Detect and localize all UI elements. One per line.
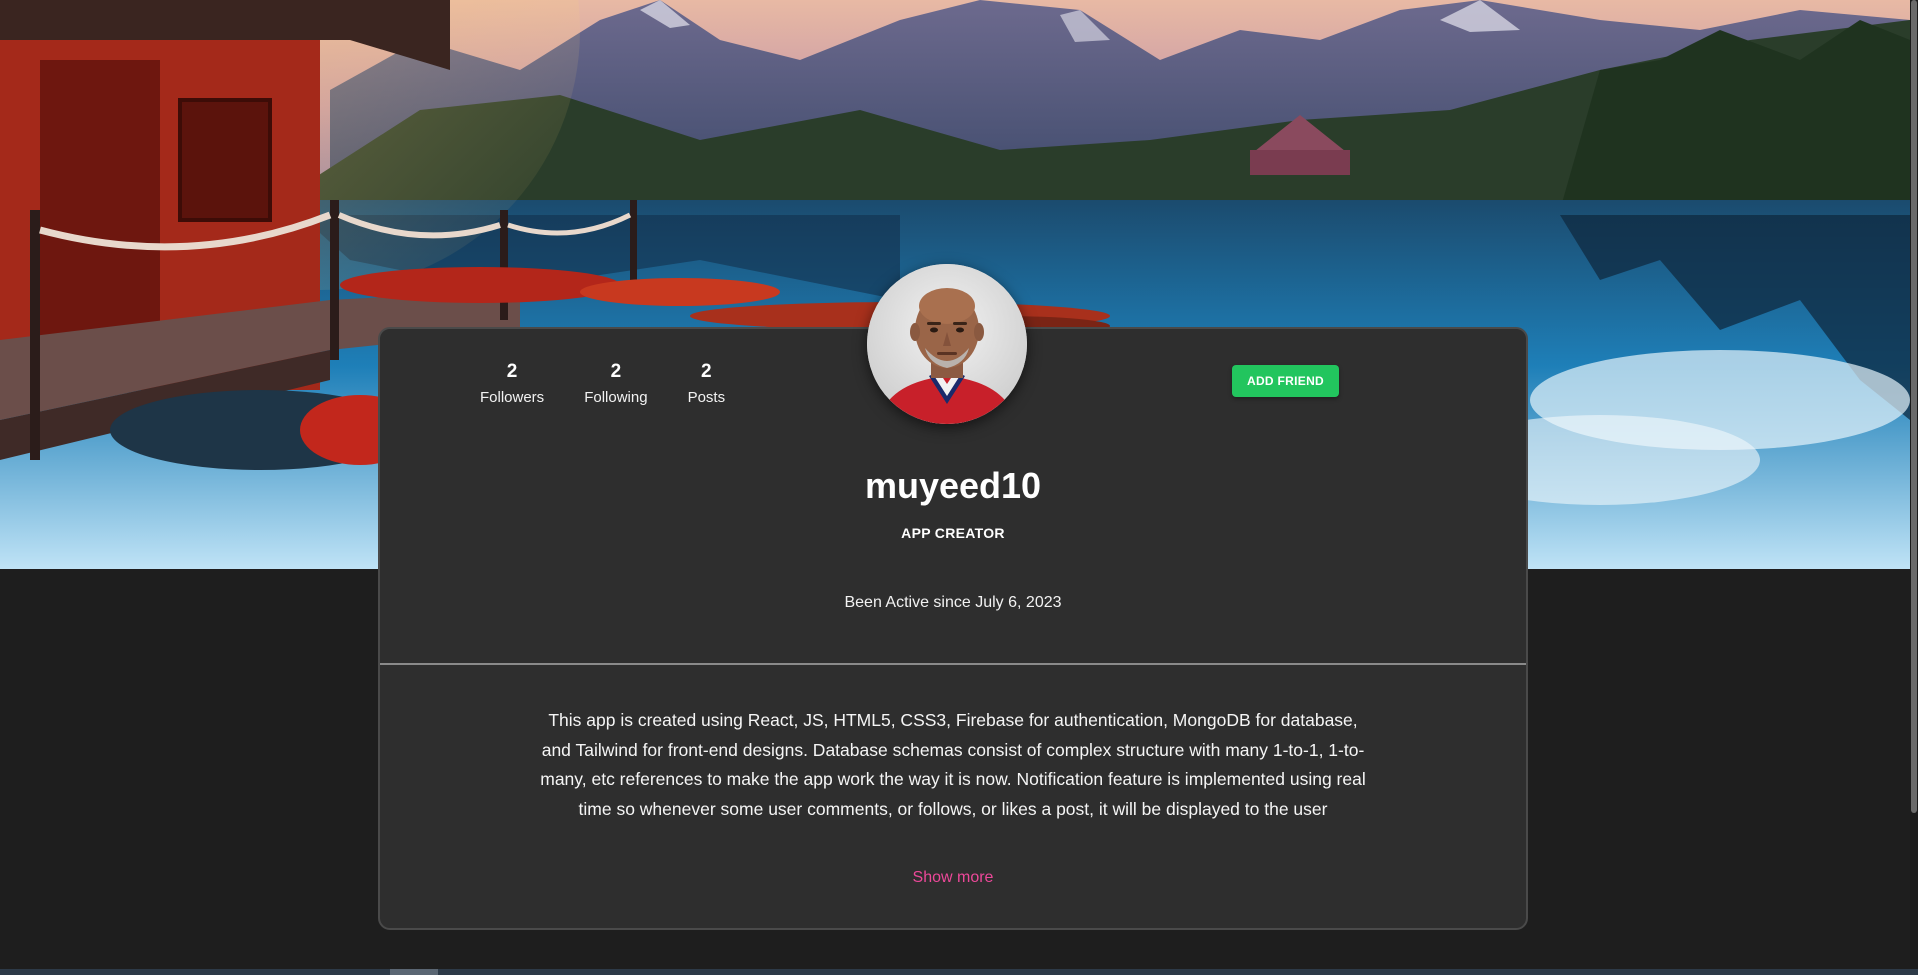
show-more-container: Show more [380, 869, 1526, 887]
profile-card: 2 Followers 2 Following 2 Posts ADD FRIE… [378, 264, 1528, 930]
stat-following[interactable]: 2 Following [584, 361, 647, 406]
stat-posts[interactable]: 2 Posts [688, 361, 726, 406]
profile-bio: This app is created using React, JS, HTM… [540, 710, 1366, 819]
show-more-link[interactable]: Show more [913, 869, 994, 886]
posts-label: Posts [687, 389, 726, 406]
profile-stats: 2 Followers 2 Following 2 Posts [480, 361, 725, 406]
divider [380, 663, 1526, 665]
active-since-text: Been Active since July 6, 2023 [844, 594, 1062, 611]
following-label: Following [584, 389, 648, 406]
profile-role: APP CREATOR [901, 525, 1005, 541]
profile-username: muyeed10 [864, 465, 1042, 506]
followers-label: Followers [480, 389, 545, 406]
add-friend-button[interactable]: ADD FRIEND [1232, 365, 1339, 397]
avatar [867, 264, 1027, 424]
profile-page: 2 Followers 2 Following 2 Posts ADD FRIE… [0, 0, 1918, 975]
following-count: 2 [610, 361, 622, 382]
scrollbar-thumb[interactable] [1911, 0, 1917, 813]
stat-followers[interactable]: 2 Followers [480, 361, 544, 406]
horizontal-scrollbar-thumb[interactable] [390, 969, 438, 975]
followers-count: 2 [506, 361, 518, 382]
horizontal-scrollbar-track[interactable] [0, 969, 1918, 975]
posts-count: 2 [701, 361, 712, 382]
